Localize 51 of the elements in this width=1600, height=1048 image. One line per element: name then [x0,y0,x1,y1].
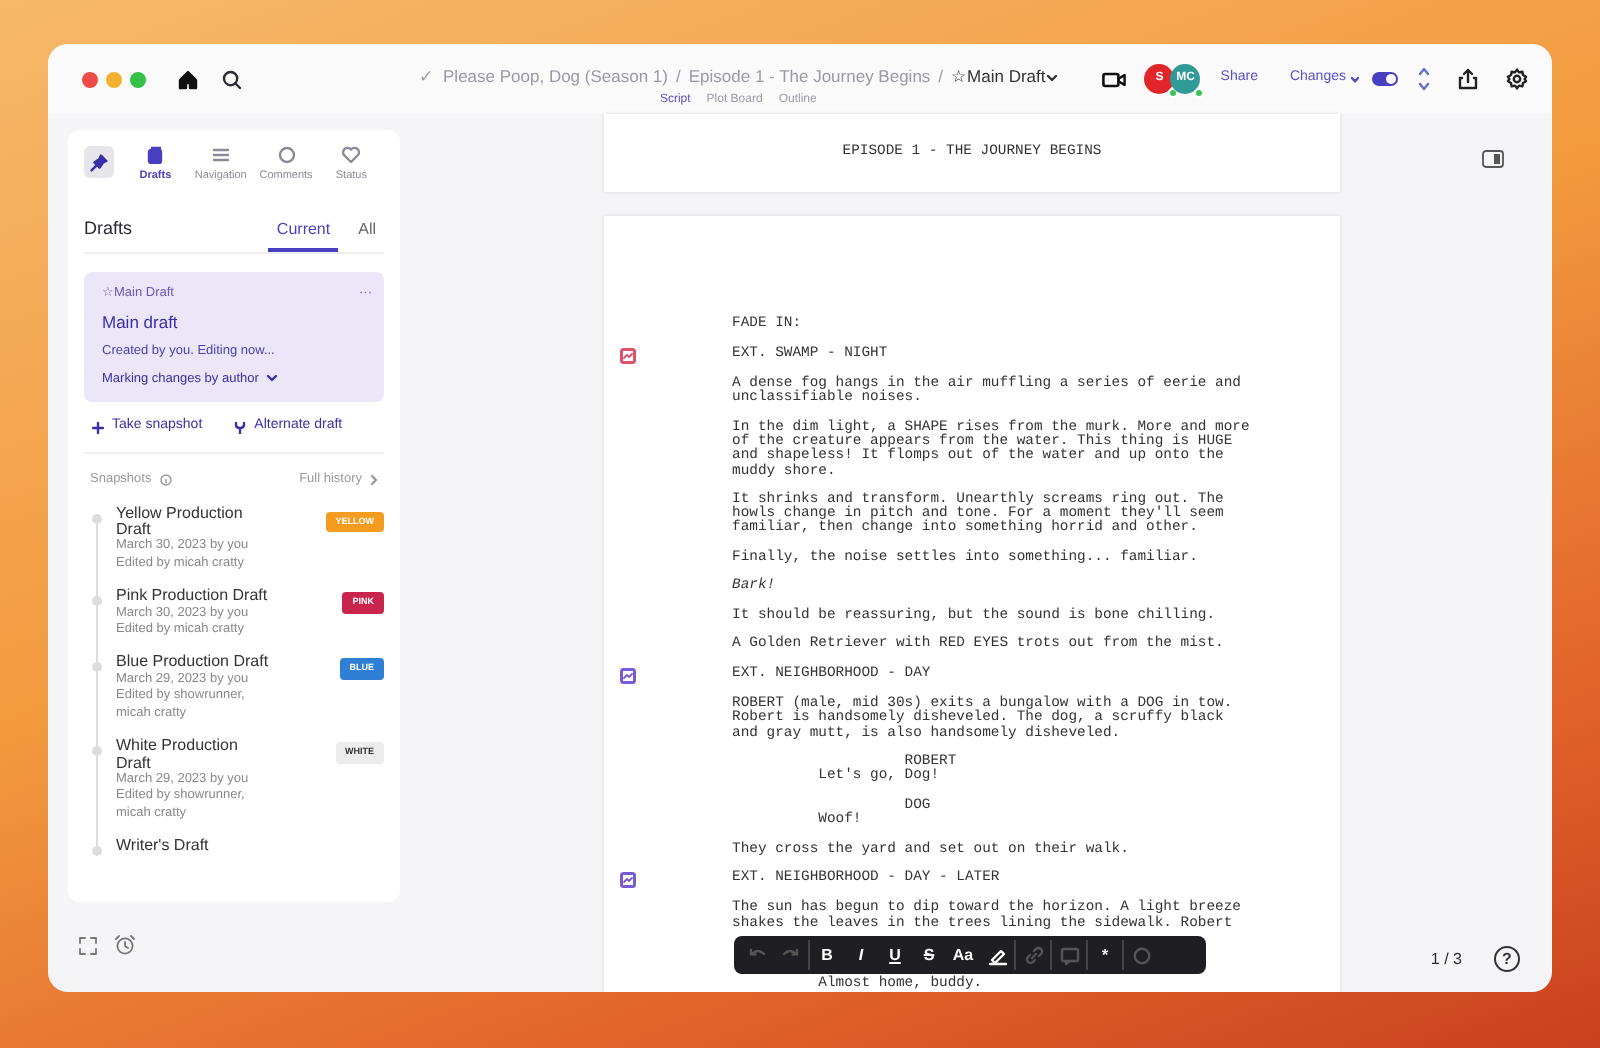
changes-toggle[interactable] [1372,72,1398,86]
comments-icon [277,146,296,164]
bold-button[interactable]: B [810,940,844,970]
link-icon [1023,945,1043,965]
caret-icon [1350,75,1360,83]
pin-icon [90,153,109,171]
case-button[interactable]: Aa [946,940,980,970]
status-icon [342,146,361,164]
share-upload-icon[interactable] [1458,68,1478,90]
chevron-down-icon[interactable] [1418,82,1430,92]
sidebar-toggle-icon[interactable] [1482,150,1504,168]
scene-marker-icon[interactable] [620,667,636,684]
plus-icon [92,421,104,433]
asterisk-button[interactable]: * [1088,940,1122,970]
pin-button[interactable] [84,146,115,178]
snapshot-title: Writer's Draft [116,838,211,856]
draft-name: Main draft [102,310,180,336]
settings-icon[interactable] [1506,68,1528,90]
snapshot-title: Pink Production Draft [116,588,270,606]
strike-button[interactable]: S [912,940,946,970]
underline-button[interactable]: U [878,940,912,970]
italic-button[interactable]: I [844,940,878,970]
caret-icon [1045,73,1058,81]
scene-marker-icon[interactable] [620,872,636,889]
drafts-icon [146,146,165,164]
page-indicator: 1 / 3 [1430,947,1462,971]
chevron-right-icon [370,473,378,486]
snapshot-item[interactable]: Writer's Draft [92,838,384,856]
panel-title: Drafts [84,215,133,242]
info-icon [159,473,172,486]
draft-selector[interactable]: ☆Main Draft [951,64,1058,90]
filter-tab[interactable]: All [350,214,384,253]
search-icon[interactable] [222,69,242,89]
sync-status-check: ✓ [419,64,436,90]
snapshot-title: Blue Production Draft [116,654,271,672]
snapshot-title: White Production Draft [116,738,240,772]
scene-marker-icon[interactable] [620,347,636,364]
expand-icon[interactable] [78,935,98,955]
branch-icon [234,421,247,433]
highlight-icon [987,945,1007,965]
snapshot-title: Yellow Production Draft [116,505,245,538]
filter-tab[interactable]: Current [268,214,339,253]
comment-icon [1131,945,1151,965]
chevron-up-icon[interactable] [1418,66,1430,76]
home-icon[interactable] [178,69,198,89]
navigation-icon [211,146,230,164]
caret-icon [266,374,279,383]
help-button[interactable]: ? [1494,946,1520,972]
alarm-clock-icon[interactable] [114,934,136,956]
video-camera-icon[interactable] [1102,71,1127,87]
note-icon [1059,945,1079,965]
